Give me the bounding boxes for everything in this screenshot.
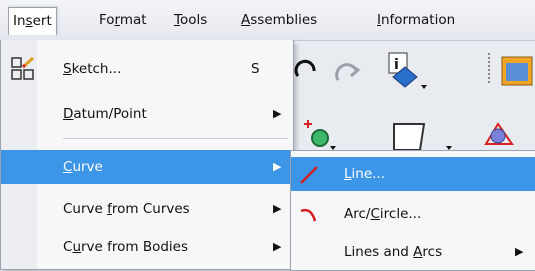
menu-item-lines-and-arcs-label: Lines and Arcs [344, 244, 443, 260]
menu-assemblies[interactable]: Assemblies [237, 7, 321, 34]
svg-text:i: i [394, 57, 399, 73]
chevron-right-icon: ▶ [273, 107, 282, 120]
chevron-right-icon: ▶ [273, 160, 282, 173]
line-icon [300, 166, 318, 184]
menu-item-sketch-shortcut: S [251, 61, 260, 77]
redo-icon[interactable] [292, 54, 330, 92]
menu-item-line-label: Line... [344, 166, 386, 182]
menu-assemblies-mnemonic: A [241, 12, 251, 28]
menu-separator [63, 138, 288, 139]
window-icon[interactable] [500, 54, 535, 90]
information-icon[interactable]: i [383, 49, 433, 93]
menu-item-datum-point-label: Datum/Point [63, 106, 147, 122]
chevron-right-icon: ▶ [273, 202, 282, 215]
menu-format-label-rest: mat [119, 12, 147, 28]
menu-item-sketch[interactable]: Sketch... S [1, 52, 293, 86]
menu-information-label-rest: nformation [380, 12, 456, 28]
redo-disabled-icon [335, 63, 361, 81]
menu-format[interactable]: Format [95, 7, 151, 34]
menu-tools[interactable]: Tools [170, 7, 211, 34]
menu-insert[interactable]: Insert [8, 7, 57, 35]
chevron-right-icon: ▶ [515, 245, 524, 258]
menu-item-arc-circle-label: Arc/Circle... [344, 206, 422, 222]
menubar: Insert Format Tools Assemblies Informati… [0, 0, 535, 41]
chevron-right-icon: ▶ [273, 240, 282, 253]
menu-item-curve-from-curves[interactable]: Curve from Curves ▶ [1, 192, 293, 226]
menu-item-datum-point[interactable]: Datum/Point ▶ [1, 97, 293, 131]
menu-item-curve-from-curves-label: Curve from Curves [63, 201, 190, 217]
menu-item-curve-from-bodies[interactable]: Curve from Bodies ▶ [1, 230, 293, 264]
sketch-icon [11, 57, 35, 80]
menu-item-curve-from-bodies-label: Curve from Bodies [63, 239, 189, 255]
menu-format-label: Fo [99, 12, 115, 28]
menu-insert-label: In [13, 13, 26, 29]
curve-submenu: Line... Arc/Circle... Lines and Arcs ▶ [290, 150, 535, 271]
menu-item-lines-and-arcs[interactable]: Lines and Arcs ▶ [291, 235, 535, 269]
menu-insert-label-rest: ert [32, 13, 52, 29]
menu-information[interactable]: Information [373, 7, 459, 34]
menu-item-arc-circle[interactable]: Arc/Circle... [291, 197, 535, 231]
arc-circle-icon [300, 208, 317, 222]
menu-item-sketch-label: Sketch... [63, 61, 122, 77]
menu-insert-mnemonic: s [25, 13, 33, 29]
menu-assemblies-label-rest: ssemblies [250, 12, 318, 28]
menu-tools-label-rest: ools [179, 12, 208, 28]
menu-item-curve-label: Curve [63, 159, 103, 175]
insert-menu: Sketch... S Datum/Point ▶ Curve ▶ Curve … [0, 40, 294, 270]
menu-item-curve[interactable]: Curve ▶ [1, 150, 293, 184]
menu-item-line[interactable]: Line... [291, 157, 535, 191]
toolbar-separator [488, 53, 491, 83]
